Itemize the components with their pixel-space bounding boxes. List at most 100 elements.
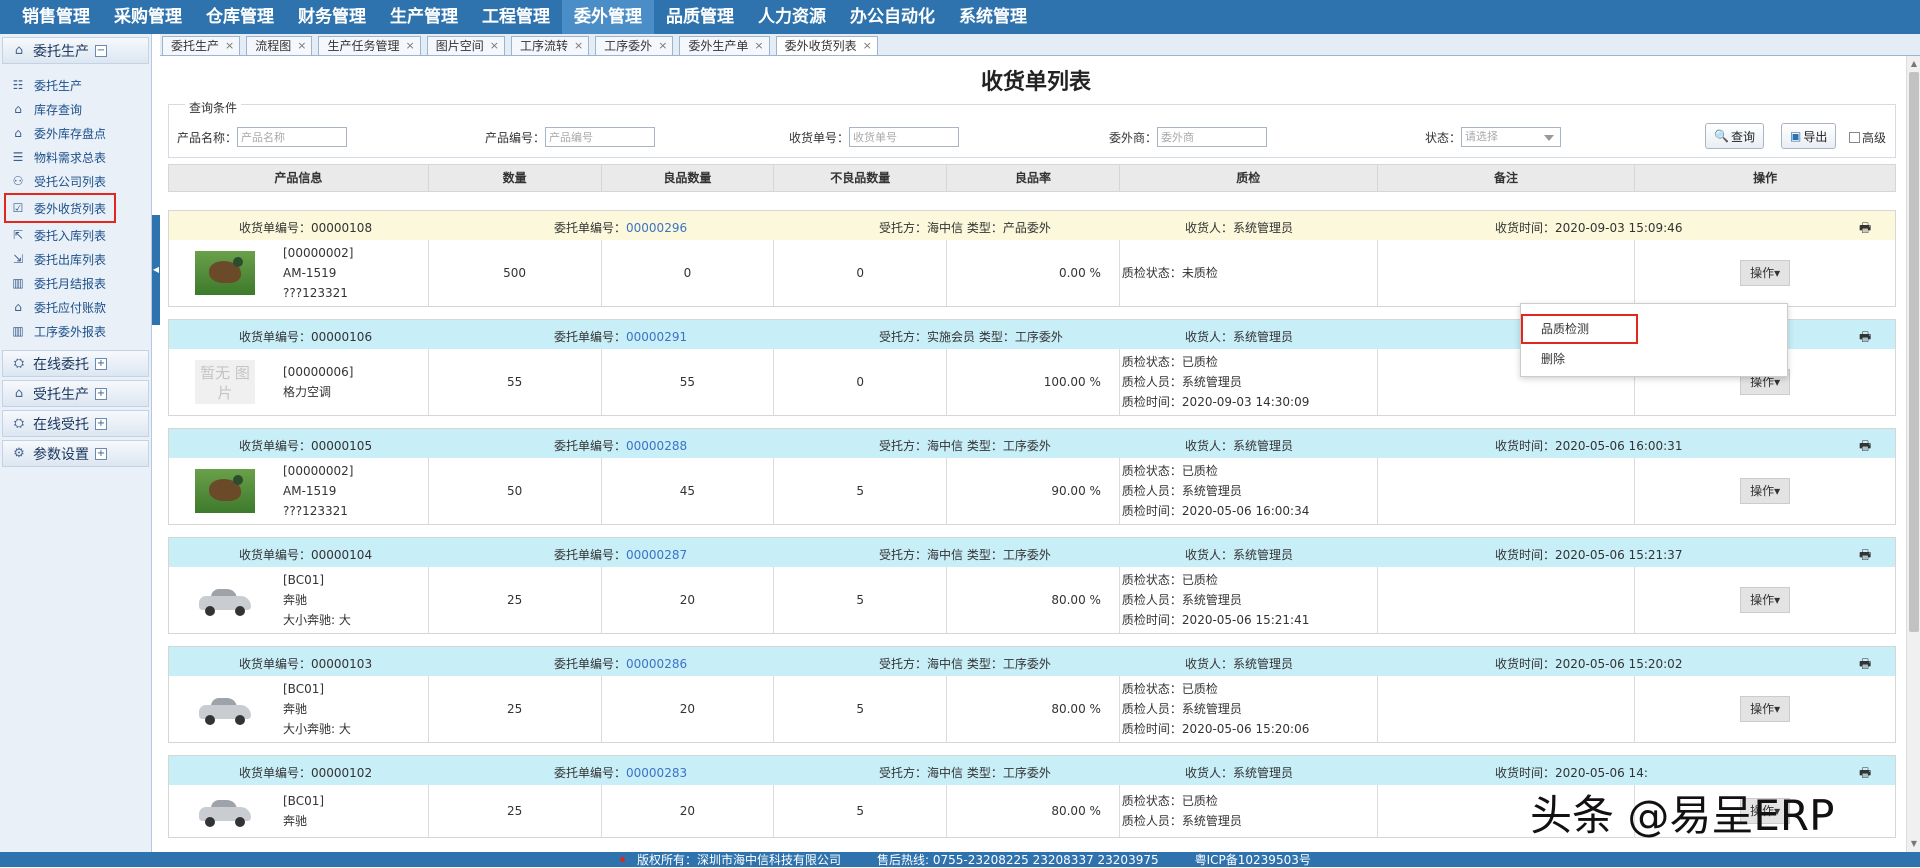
- tab-5[interactable]: 工序委外 ×: [595, 36, 674, 55]
- print-icon[interactable]: 🖶: [1859, 655, 1875, 672]
- close-icon[interactable]: ×: [574, 37, 583, 55]
- order-number-label: 委托单编号：: [554, 548, 627, 562]
- order-number-link[interactable]: 00000286: [626, 657, 687, 671]
- quantity-cell: 50: [429, 458, 602, 524]
- sidebar-group-1[interactable]: ⛭ 在线委托 +: [2, 350, 149, 377]
- menu-item-icon: ▥: [12, 324, 24, 338]
- nav-item-9[interactable]: 办公自动化: [838, 0, 947, 34]
- scroll-up-icon[interactable]: ▲: [1909, 59, 1919, 69]
- order-number-link[interactable]: 00000283: [626, 766, 687, 780]
- nav-item-2[interactable]: 仓库管理: [194, 0, 286, 34]
- nav-item-3[interactable]: 财务管理: [286, 0, 378, 34]
- scrollbar-thumb[interactable]: [1909, 72, 1919, 632]
- product-info-cell: [BC01] 奔驰 大小奔驰: 大: [169, 676, 429, 742]
- product-code-input[interactable]: [545, 127, 656, 147]
- tab-label: 图片空间: [435, 39, 484, 53]
- tab-7[interactable]: 委外收货列表 ×: [775, 36, 878, 55]
- column-header-3: 不良品数量: [774, 165, 948, 191]
- sidebar-item-10[interactable]: ▥ 工序委外报表: [6, 319, 151, 343]
- good-quantity-cell: 0: [602, 240, 775, 306]
- order-number-link[interactable]: 00000291: [626, 330, 687, 344]
- print-icon[interactable]: 🖶: [1859, 328, 1875, 345]
- menu-item-quality-check[interactable]: 品质检测: [1541, 320, 1589, 337]
- expand-icon[interactable]: +: [95, 387, 107, 400]
- sidebar-item-2[interactable]: ⌂ 委外库存盘点: [6, 121, 151, 145]
- receipt-no-input[interactable]: [849, 127, 960, 147]
- nav-item-5[interactable]: 工程管理: [470, 0, 562, 34]
- nav-item-1[interactable]: 采购管理: [102, 0, 194, 34]
- receipt-no-label: 收货单号：: [789, 130, 850, 145]
- close-icon[interactable]: ×: [490, 37, 499, 55]
- print-icon[interactable]: 🖶: [1859, 764, 1875, 781]
- order-number-link[interactable]: 00000288: [626, 439, 687, 453]
- nav-item-4[interactable]: 生产管理: [378, 0, 470, 34]
- product-name-input[interactable]: [237, 127, 348, 147]
- group-icon: ⌂: [14, 42, 24, 58]
- close-icon[interactable]: ×: [863, 37, 872, 55]
- nav-item-0[interactable]: 销售管理: [10, 0, 102, 34]
- search-icon: 🔍: [1714, 129, 1729, 143]
- sidebar-item-4[interactable]: ⚇ 受托公司列表: [6, 169, 151, 193]
- close-icon[interactable]: ×: [225, 37, 234, 55]
- operation-button[interactable]: 操作▾: [1740, 478, 1791, 504]
- menu-item-delete[interactable]: 删除: [1541, 350, 1565, 367]
- close-icon[interactable]: ×: [297, 37, 306, 55]
- quantity-cell: 25: [429, 567, 602, 633]
- nav-item-6[interactable]: 委外管理: [562, 0, 654, 34]
- operation-button[interactable]: 操作▾: [1740, 260, 1791, 286]
- nav-item-8[interactable]: 人力资源: [746, 0, 838, 34]
- sidebar-item-3[interactable]: ☰ 物料需求总表: [6, 145, 151, 169]
- tab-6[interactable]: 委外生产单 ×: [679, 36, 770, 55]
- sidebar-group-0[interactable]: ⌂ 委托生产 −: [2, 37, 149, 64]
- product-thumbnail: 暂无 图片: [195, 360, 255, 404]
- sidebar-group-4[interactable]: ⚙ 参数设置 +: [2, 440, 149, 467]
- sidebar-item-0[interactable]: ☷ 委托生产: [6, 73, 151, 97]
- advanced-toggle[interactable]: 高级: [1849, 129, 1886, 146]
- operation-button[interactable]: 操作▾: [1740, 587, 1791, 613]
- search-button[interactable]: 🔍 查询: [1705, 123, 1764, 149]
- sidebar-item-7[interactable]: ⇲ 委托出库列表: [6, 247, 151, 271]
- nav-item-7[interactable]: 品质管理: [654, 0, 746, 34]
- vertical-scrollbar[interactable]: ▲ ▼: [1906, 56, 1920, 852]
- expand-icon[interactable]: +: [95, 417, 107, 430]
- sidebar-collapse-handle[interactable]: ◀: [152, 215, 160, 325]
- close-icon[interactable]: ×: [658, 37, 667, 55]
- sidebar-item-8[interactable]: ▥ 委托月结报表: [6, 271, 151, 295]
- print-icon[interactable]: 🖶: [1859, 546, 1875, 563]
- close-icon[interactable]: ×: [754, 37, 763, 55]
- print-icon[interactable]: 🖶: [1859, 219, 1875, 236]
- advanced-checkbox[interactable]: [1849, 132, 1860, 143]
- export-button[interactable]: ▣ 导出: [1781, 123, 1837, 149]
- tab-1[interactable]: 流程图 ×: [246, 36, 313, 55]
- menu-item-icon: ⇲: [12, 252, 24, 266]
- collapse-icon[interactable]: −: [95, 44, 107, 57]
- sidebar-item-5[interactable]: ☑ 委外收货列表: [4, 193, 116, 223]
- product-info-cell: [00000002] AM-1519 ???123321: [169, 458, 429, 524]
- tab-2[interactable]: 生产任务管理 ×: [318, 36, 421, 55]
- status-field: 状态： 请选择: [1425, 127, 1562, 147]
- sidebar-item-1[interactable]: ⌂ 库存查询: [6, 97, 151, 121]
- operation-button[interactable]: 操作▾: [1740, 696, 1791, 722]
- good-rate-cell: 0.00 %: [947, 240, 1120, 306]
- column-header-0: 产品信息: [169, 165, 429, 191]
- tab-4[interactable]: 工序流转 ×: [510, 36, 590, 55]
- sidebar-item-label: 委托生产: [34, 78, 83, 93]
- sidebar-group-2[interactable]: ⌂ 受托生产 +: [2, 380, 149, 407]
- supplier-input[interactable]: [1157, 127, 1268, 147]
- tab-3[interactable]: 图片空间 ×: [426, 36, 505, 55]
- expand-icon[interactable]: +: [95, 447, 107, 460]
- sidebar-group-3[interactable]: ⛭ 在线受托 +: [2, 410, 149, 437]
- sidebar-item-6[interactable]: ⇱ 委托入库列表: [6, 223, 151, 247]
- tab-0[interactable]: 委托生产 ×: [162, 36, 241, 55]
- nav-item-10[interactable]: 系统管理: [947, 0, 1039, 34]
- scroll-down-icon[interactable]: ▼: [1909, 839, 1919, 849]
- print-icon[interactable]: 🖶: [1859, 437, 1875, 454]
- sidebar-item-9[interactable]: ⌂ 委托应付账款: [6, 295, 151, 319]
- order-number-link[interactable]: 00000296: [626, 221, 687, 235]
- car-part: [205, 817, 215, 827]
- order-number-link[interactable]: 00000287: [626, 548, 687, 562]
- close-icon[interactable]: ×: [405, 37, 414, 55]
- status-select[interactable]: 请选择: [1461, 127, 1562, 147]
- quality-check-cell: 质检状态：已质检 质检人员：系统管理员 质检时间：2020-09-03 14:30:…: [1120, 349, 1378, 415]
- expand-icon[interactable]: +: [95, 357, 107, 370]
